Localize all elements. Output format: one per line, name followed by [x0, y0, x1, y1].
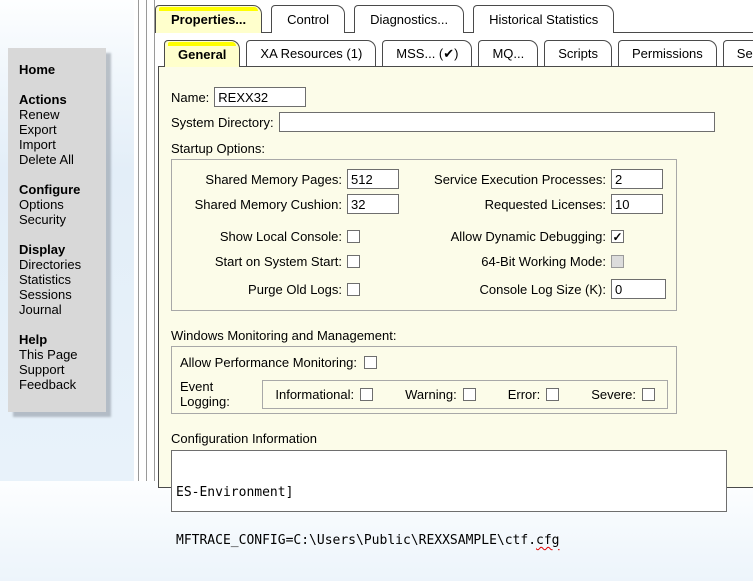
- subtab-mq[interactable]: MQ...: [478, 40, 538, 66]
- allow-dynamic-debugging-checkbox[interactable]: [611, 230, 624, 243]
- sidebar-item-security[interactable]: Security: [19, 212, 106, 227]
- shared-memory-pages-input[interactable]: [347, 169, 399, 189]
- sidebar-item-support[interactable]: Support: [19, 362, 106, 377]
- show-local-console-checkbox[interactable]: [347, 230, 360, 243]
- 64bit-working-mode-label: 64-Bit Working Mode:: [410, 254, 606, 269]
- service-execution-processes-label: Service Execution Processes:: [410, 172, 606, 187]
- subtab-xa-resources[interactable]: XA Resources (1): [246, 40, 376, 66]
- sidebar-item-statistics[interactable]: Statistics: [19, 272, 106, 287]
- shared-memory-cushion-input[interactable]: [347, 194, 399, 214]
- misspelled-word: cfg: [536, 533, 559, 548]
- windows-monitoring-label: Windows Monitoring and Management:: [171, 328, 753, 343]
- sidebar-item-export[interactable]: Export: [19, 122, 106, 137]
- sub-tab-bar: General XA Resources (1) MSS... (✔) MQ..…: [164, 40, 753, 67]
- subtab-permissions[interactable]: Permissions: [618, 40, 717, 66]
- name-row: Name:: [171, 87, 753, 107]
- sidebar-item-renew[interactable]: Renew: [19, 107, 106, 122]
- name-label: Name:: [171, 90, 209, 105]
- event-logging-row: Event Logging: Informational: Warning: E…: [180, 379, 668, 409]
- configuration-information-textarea[interactable]: ES-Environment] MFTRACE_CONFIG=C:\Users\…: [171, 450, 727, 512]
- sidebar-item-options[interactable]: Options: [19, 197, 106, 212]
- allow-performance-monitoring-label: Allow Performance Monitoring:: [180, 355, 357, 370]
- start-on-system-start-label: Start on System Start:: [172, 254, 342, 269]
- error-label: Error:: [508, 387, 541, 402]
- show-local-console-label: Show Local Console:: [172, 229, 342, 244]
- frame-divider: [146, 0, 147, 481]
- sidebar-item-delete-all[interactable]: Delete All: [19, 152, 106, 167]
- event-informational: Informational:: [275, 387, 373, 402]
- event-warning: Warning:: [405, 387, 476, 402]
- sidebar-item-directories[interactable]: Directories: [19, 257, 106, 272]
- service-execution-processes-input[interactable]: [611, 169, 663, 189]
- subtab-security[interactable]: Security: [723, 40, 753, 66]
- requested-licenses-label: Requested Licenses:: [410, 197, 606, 212]
- allow-performance-monitoring-checkbox[interactable]: [364, 356, 377, 369]
- startup-fields: Shared Memory Pages: Service Execution P…: [172, 169, 670, 214]
- system-directory-label: System Directory:: [171, 115, 274, 130]
- warning-label: Warning:: [405, 387, 457, 402]
- error-checkbox[interactable]: [546, 388, 559, 401]
- startup-options-label: Startup Options:: [171, 141, 753, 156]
- tab-control[interactable]: Control: [271, 5, 345, 33]
- top-tab-bar: Properties... Control Diagnostics... His…: [155, 4, 614, 33]
- sidebar-header-actions: Actions: [19, 92, 106, 107]
- frame-divider: [138, 0, 139, 481]
- informational-label: Informational:: [275, 387, 354, 402]
- sidebar-header-display: Display: [19, 242, 106, 257]
- allow-dynamic-debugging-label: Allow Dynamic Debugging:: [410, 229, 606, 244]
- subtab-mss[interactable]: MSS... (✔): [382, 40, 472, 66]
- startup-options-groupbox: Shared Memory Pages: Service Execution P…: [171, 159, 677, 311]
- informational-checkbox[interactable]: [360, 388, 373, 401]
- requested-licenses-input[interactable]: [611, 194, 663, 214]
- startup-checkboxes: Show Local Console: Allow Dynamic Debugg…: [172, 229, 670, 299]
- tab-historical-statistics[interactable]: Historical Statistics: [473, 5, 614, 33]
- sidebar-item-sessions[interactable]: Sessions: [19, 287, 106, 302]
- config-line-1: ES-Environment]: [176, 485, 722, 501]
- configuration-information-label: Configuration Information: [171, 431, 753, 446]
- start-on-system-start-checkbox[interactable]: [347, 255, 360, 268]
- 64bit-working-mode-checkbox: [611, 255, 624, 268]
- sidebar-item-journal[interactable]: Journal: [19, 302, 106, 317]
- sidebar-item-import[interactable]: Import: [19, 137, 106, 152]
- sidebar-item-home[interactable]: Home: [19, 62, 106, 77]
- purge-old-logs-checkbox[interactable]: [347, 283, 360, 296]
- general-properties-panel: Name: System Directory: Startup Options:…: [158, 66, 753, 488]
- subtab-scripts[interactable]: Scripts: [544, 40, 612, 66]
- event-logging-label: Event Logging:: [180, 379, 253, 409]
- purge-old-logs-label: Purge Old Logs:: [172, 282, 342, 297]
- warning-checkbox[interactable]: [463, 388, 476, 401]
- monitoring-groupbox: Allow Performance Monitoring: Event Logg…: [171, 346, 677, 414]
- event-severe: Severe:: [591, 387, 655, 402]
- sidebar-header-configure: Configure: [19, 182, 106, 197]
- sidebar-nav: Home Actions Renew Export Import Delete …: [8, 48, 106, 412]
- system-directory-row: System Directory:: [171, 112, 753, 132]
- shared-memory-pages-label: Shared Memory Pages:: [172, 172, 342, 187]
- sidebar-header-help: Help: [19, 332, 106, 347]
- severe-label: Severe:: [591, 387, 636, 402]
- frame-divider: [154, 0, 155, 481]
- name-input[interactable]: [214, 87, 306, 107]
- event-error: Error:: [508, 387, 560, 402]
- sidebar-item-this-page[interactable]: This Page: [19, 347, 106, 362]
- tab-properties[interactable]: Properties...: [155, 5, 262, 33]
- event-logging-groupbox: Informational: Warning: Error: Severe:: [262, 380, 668, 409]
- severe-checkbox[interactable]: [642, 388, 655, 401]
- console-log-size-input[interactable]: [611, 279, 666, 299]
- console-log-size-label: Console Log Size (K):: [410, 282, 606, 297]
- config-line-2: MFTRACE_CONFIG=C:\Users\Public\REXXSAMPL…: [176, 533, 722, 549]
- shared-memory-cushion-label: Shared Memory Cushion:: [172, 197, 342, 212]
- performance-monitoring-row: Allow Performance Monitoring:: [180, 355, 668, 370]
- system-directory-input[interactable]: [279, 112, 715, 132]
- sidebar-item-feedback[interactable]: Feedback: [19, 377, 106, 392]
- tab-diagnostics[interactable]: Diagnostics...: [354, 5, 464, 33]
- subtab-general[interactable]: General: [164, 40, 240, 67]
